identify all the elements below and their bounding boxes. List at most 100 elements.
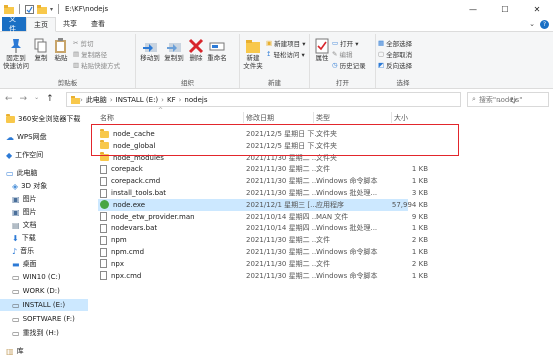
select-group-label: 选择 — [396, 79, 410, 87]
column-header-name[interactable]: 名称 — [100, 113, 114, 124]
cut-button[interactable]: ✂ 剪切 — [73, 38, 93, 48]
clipboard-group-label: 剪贴板 — [57, 79, 78, 87]
breadcrumb-nodejs[interactable]: nodejs — [184, 96, 207, 104]
tab-view[interactable]: 查看 — [84, 17, 112, 31]
file-date-cell: 2021/10/14 星期四 ... — [246, 224, 319, 233]
recent-locations-chevron-icon[interactable]: ⌄ — [34, 94, 39, 104]
new-folder-button[interactable]: 新建 文件夹 — [241, 38, 265, 70]
breadcrumb-this-pc[interactable]: 此电脑 — [86, 95, 107, 105]
new-item-button[interactable]: ▣ 新建项目 ▾ — [266, 38, 306, 48]
close-button[interactable]: ✕ — [521, 0, 553, 18]
open-icon: ▭ — [332, 39, 339, 47]
file-name-cell: npm — [100, 234, 127, 246]
file-date-cell: 2021/12/1 星期三 [... — [246, 200, 317, 209]
edit-button[interactable]: ✎ 编辑 — [332, 49, 352, 59]
tab-share[interactable]: 共享 — [56, 17, 84, 31]
file-row[interactable]: node.exe 2021/12/1 星期三 [... 应用程序 57,994 KB — [98, 198, 428, 211]
rename-button[interactable]: 重命名 — [206, 38, 228, 62]
help-icon[interactable]: ? — [540, 20, 549, 29]
invert-selection-button[interactable]: ◩ 反向选择 — [378, 60, 412, 70]
file-name: corepack — [111, 165, 143, 174]
breadcrumb-kf[interactable]: KF — [167, 96, 176, 104]
highlight-annotation-box — [91, 124, 459, 156]
drive-icon: ▭ — [12, 272, 20, 282]
search-box[interactable]: ⌕ 搜索"nodejs" — [467, 92, 549, 107]
copy-button[interactable]: 复制 — [32, 38, 50, 62]
forward-arrow-icon[interactable]: → — [20, 94, 28, 104]
file-row[interactable]: npx 2021/11/30 星期二 ... 文件 2 KB — [98, 258, 428, 270]
sidebar-item-pictures-2[interactable]: ▣ 图片 — [12, 206, 37, 218]
sidebar-item-wps-drive[interactable]: ☁ WPS网盘 — [6, 131, 47, 143]
paste-button[interactable]: 粘贴 — [52, 38, 70, 62]
file-row[interactable]: corepack 2021/11/30 星期二 ... 文件 1 KB — [98, 163, 428, 175]
sidebar-item-desktop[interactable]: ▬ 桌面 — [12, 258, 37, 270]
sidebar-item-drive-h[interactable]: ▭ 重找到 (H:) — [12, 327, 59, 339]
column-divider[interactable] — [243, 112, 244, 123]
maximize-button[interactable]: ☐ — [489, 0, 521, 18]
file-row[interactable]: nodevars.bat 2021/10/14 星期四 ... Windows 批处… — [98, 222, 428, 234]
scissors-icon: ✂ — [73, 39, 79, 47]
column-header-date[interactable]: 修改日期 — [246, 113, 274, 124]
open-button[interactable]: ▭ 打开 ▾ — [332, 38, 359, 48]
file-row[interactable]: npm.cmd 2021/11/30 星期二 ... Windows 命令脚本 1 K… — [98, 246, 428, 258]
copy-path-button[interactable]: ▤ 复制路径 — [73, 49, 107, 59]
customize-toolbar-icon[interactable]: ▾ — [50, 6, 53, 13]
file-name: npm — [111, 236, 127, 245]
checkmark-properties-icon[interactable] — [25, 4, 34, 14]
sidebar-item-3d-objects[interactable]: ◈ 3D 对象 — [12, 180, 47, 192]
column-header-type[interactable]: 类型 — [316, 113, 330, 124]
pin-quick-access-button[interactable]: 固定到 快速访问 — [3, 38, 29, 70]
sidebar-item-drive-f[interactable]: ▭ SOFTWARE (F:) — [12, 313, 75, 325]
properties-button[interactable]: 属性 — [313, 38, 331, 62]
file-type-cell: 文件 — [316, 236, 330, 245]
up-arrow-icon[interactable]: ↑ — [46, 94, 54, 104]
sidebar-item-drive-c[interactable]: ▭ WIN10 (C:) — [12, 271, 61, 283]
node-app-icon — [100, 200, 109, 210]
sidebar-item-documents[interactable]: ▤ 文档 — [12, 219, 37, 231]
easy-access-button[interactable]: ↥ 轻松访问 ▾ — [266, 49, 305, 59]
sort-caret-icon: ^ — [158, 107, 164, 114]
file-type-cell: 应用程序 — [316, 200, 344, 209]
sidebar-item-music[interactable]: ♪ 音乐 — [12, 245, 34, 257]
drive-icon: ▭ — [12, 328, 20, 338]
delete-button[interactable]: 删除 — [187, 38, 205, 62]
select-none-button[interactable]: ▢ 全部取消 — [378, 49, 412, 59]
file-row[interactable]: install_tools.bat 2021/11/30 星期二 ... Windo… — [98, 187, 428, 199]
collapse-ribbon-icon[interactable]: ⌄ — [529, 20, 535, 29]
drive-icon: ▭ — [12, 286, 20, 296]
tab-home[interactable]: 主页 — [26, 17, 56, 32]
workspace-icon: ◆ — [6, 150, 13, 160]
breadcrumb-install-e[interactable]: INSTALL (E:) — [116, 96, 159, 104]
sidebar-item-downloads[interactable]: ⬇ 下载 — [12, 232, 36, 244]
sidebar-item-workspace[interactable]: ◆ 工作空间 — [6, 149, 43, 161]
sidebar-item-drive-e[interactable]: ▭ INSTALL (E:) — [0, 299, 88, 311]
folder-app-icon — [4, 4, 14, 14]
file-icon — [100, 188, 107, 198]
column-header-size[interactable]: 大小 — [394, 113, 408, 124]
file-row[interactable]: npx.cmd 2021/11/30 星期二 ... Windows 命令脚本 1 K… — [98, 270, 428, 282]
sidebar-item-this-pc[interactable]: ▭ 此电脑 — [6, 167, 38, 179]
minimize-button[interactable]: — — [457, 0, 489, 18]
move-to-button[interactable]: 移动到 — [139, 38, 161, 62]
file-name-cell: npx — [100, 258, 124, 270]
sidebar-item-360-downloads[interactable]: 360安全浏览器下载 — [6, 113, 80, 125]
file-row[interactable]: npm 2021/11/30 星期二 ... 文件 2 KB — [98, 234, 428, 246]
column-divider[interactable] — [391, 112, 392, 123]
file-row[interactable]: node_etw_provider.man 2021/10/14 星期四 ... M… — [98, 211, 428, 223]
sidebar-item-pictures[interactable]: ▣ 图片 — [12, 193, 37, 205]
new-folder-quick-icon[interactable] — [37, 4, 47, 14]
select-all-button[interactable]: ▦ 全部选择 — [378, 38, 412, 48]
sidebar-item-libraries[interactable]: ▥ 库 — [6, 345, 24, 357]
address-bar[interactable]: › 此电脑 › INSTALL (E:) › KF › nodejs ⌄ ↻ — [66, 92, 517, 107]
back-arrow-icon[interactable]: ← — [5, 94, 13, 104]
drive-icon: ▭ — [12, 300, 20, 310]
history-button[interactable]: ◷ 历史记录 — [332, 60, 366, 70]
sidebar-item-drive-d[interactable]: ▭ WORK (D:) — [12, 285, 60, 297]
paste-shortcut-button[interactable]: ▥ 粘贴快捷方式 — [73, 60, 120, 70]
file-name: node.exe — [113, 200, 146, 209]
tab-file[interactable]: 文件 — [2, 15, 26, 33]
column-divider[interactable] — [313, 112, 314, 123]
file-row[interactable]: corepack.cmd 2021/11/30 星期二 ... Windows 命令… — [98, 175, 428, 187]
divider — [19, 4, 20, 14]
copy-to-button[interactable]: 复制到 — [163, 38, 185, 62]
